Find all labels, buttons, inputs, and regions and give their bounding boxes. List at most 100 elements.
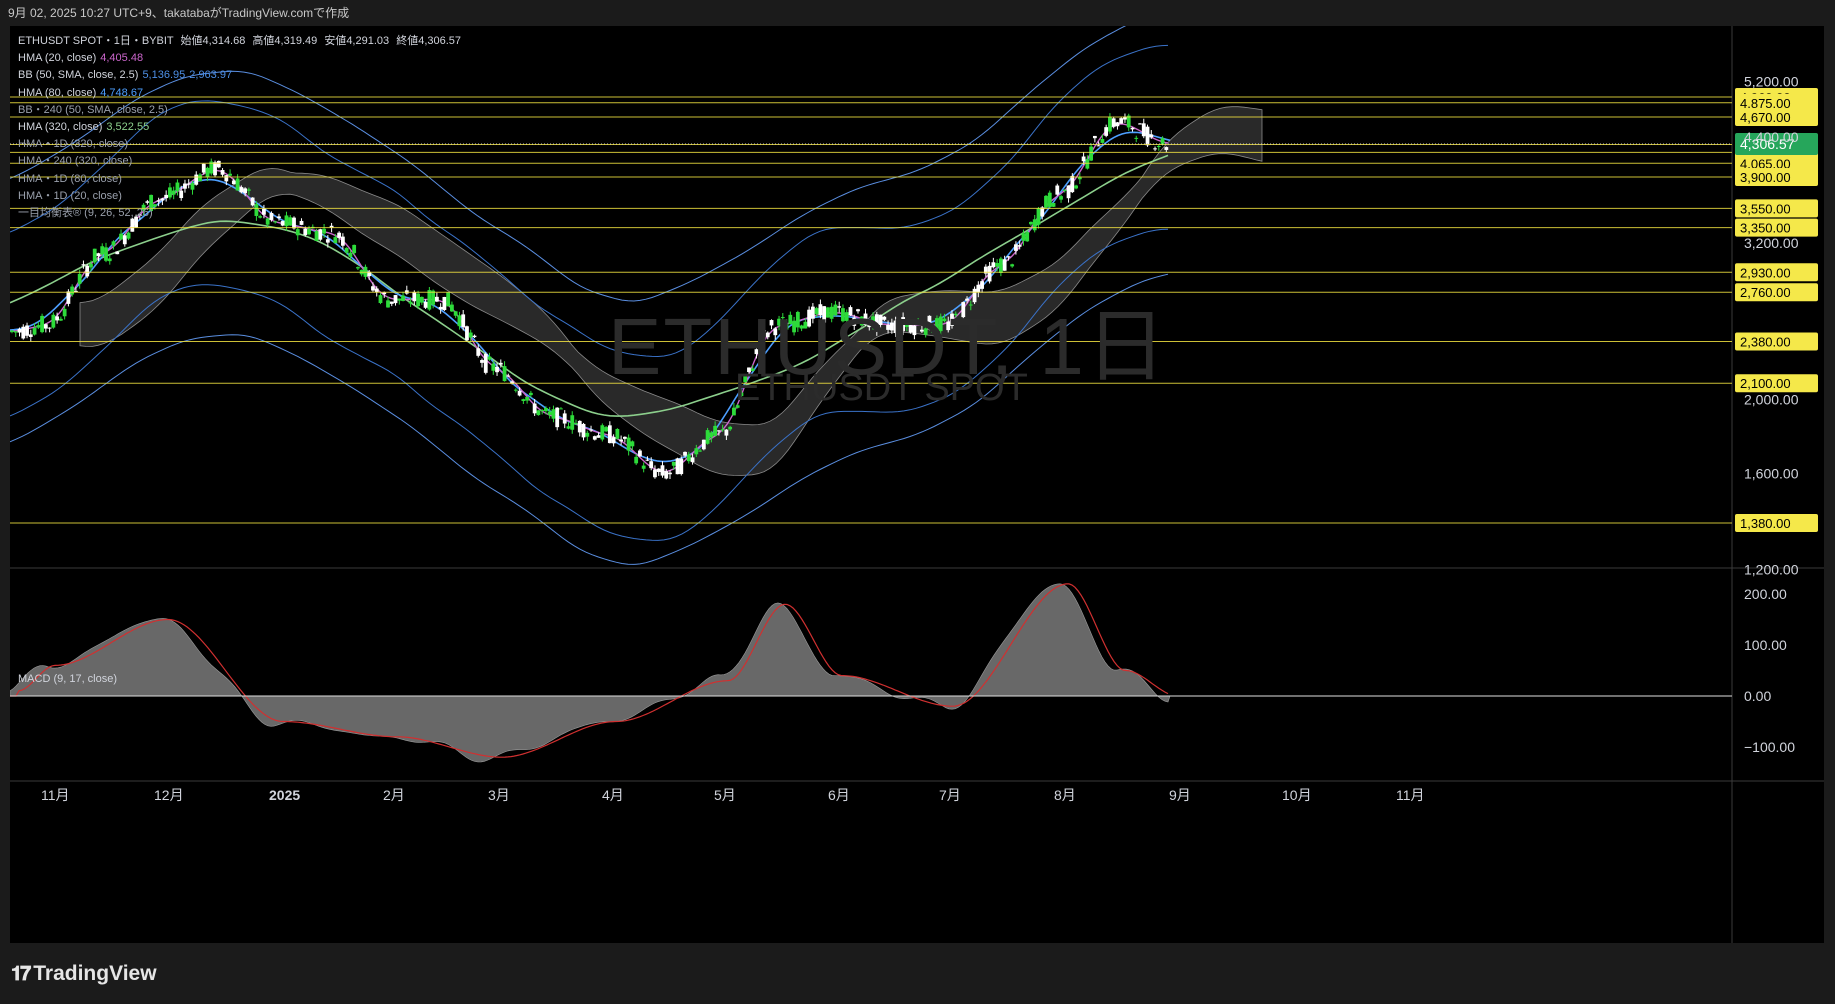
candle-body xyxy=(664,471,669,479)
candle-body xyxy=(1044,195,1048,208)
candle-body xyxy=(762,330,766,332)
candle-body xyxy=(386,300,390,308)
candle-body xyxy=(66,291,71,304)
candle-body xyxy=(1164,147,1169,150)
candle-body xyxy=(931,331,936,333)
candle-body xyxy=(453,311,458,316)
indicator-row[interactable]: HMA・1D (320, close) xyxy=(18,136,461,153)
candle-body xyxy=(728,426,733,430)
indicator-name: BB・240 (50, SMA, close, 2.5) xyxy=(18,103,168,116)
indicator-row[interactable]: 一目均衡表® (9, 26, 52, 26) xyxy=(18,205,461,222)
candle-body xyxy=(43,324,48,329)
candle-body xyxy=(927,315,932,330)
indicator-row[interactable]: HMA (320, close) 3,522.55 xyxy=(18,119,461,136)
candle-body xyxy=(799,325,804,329)
high-value: 4,319.49 xyxy=(274,35,318,47)
candle-body xyxy=(55,316,60,321)
candle-body xyxy=(1055,185,1060,195)
candle-body xyxy=(419,296,424,303)
indicator-row[interactable]: HMA (20, close) 4,405.48 xyxy=(18,50,461,67)
candle-body xyxy=(337,232,342,238)
tradingview-logo[interactable]: 𝟏𝟕 TradingView xyxy=(11,962,157,986)
indicator-row[interactable]: HMA・1D (80, close) xyxy=(18,171,461,188)
candle-body xyxy=(991,262,996,268)
chart-frame[interactable]: 4,960.004,875.004,670.004,300.004,200.00… xyxy=(10,26,1824,943)
level-price-label: 2,760.00 xyxy=(1740,285,1791,300)
candle-body xyxy=(555,407,560,428)
indicator-row[interactable]: HMA・240 (320, close) xyxy=(18,153,461,170)
candle-body xyxy=(85,265,90,277)
indicator-row[interactable]: BB・240 (50, SMA, close, 2.5) xyxy=(18,102,461,119)
candle-body xyxy=(401,295,405,301)
time-axis-label: 3月 xyxy=(488,787,510,803)
candle-body xyxy=(852,317,857,326)
candle-body xyxy=(378,295,383,304)
candle-body xyxy=(822,306,827,323)
level-price-label: 2,380.00 xyxy=(1740,335,1791,350)
candle-body xyxy=(769,320,774,326)
candle-body xyxy=(340,236,345,246)
candle-body xyxy=(416,293,420,307)
candle-body xyxy=(619,439,624,442)
candle-body xyxy=(607,425,612,444)
indicator-row[interactable]: HMA・1D (20, close) xyxy=(18,188,461,205)
candle-body xyxy=(976,284,981,293)
candle-body xyxy=(434,296,439,302)
candle-body xyxy=(1025,232,1030,242)
price-axis-tick: 4,400.00 xyxy=(1744,129,1799,145)
time-axis-label: 10月 xyxy=(1282,787,1312,803)
macd-legend[interactable]: MACD (9, 17, close) xyxy=(18,673,117,685)
candle-body xyxy=(589,429,593,431)
indicator-row[interactable]: BB (50, SMA, close, 2.5) 5,136.95 2,963.97 xyxy=(18,67,461,84)
candle-body xyxy=(810,306,815,319)
candle-body xyxy=(795,311,800,328)
time-axis-label: 8月 xyxy=(1054,787,1076,803)
indicator-name: BB (50, SMA, close, 2.5) xyxy=(18,69,139,82)
candle-body xyxy=(47,327,52,329)
candle-body xyxy=(829,306,834,319)
candle-body xyxy=(987,265,992,282)
symbol-ohlc-row[interactable]: ETHUSDT SPOT・1日・BYBIT 始値4,314.68 高値4,319… xyxy=(18,33,461,50)
candle-body xyxy=(1153,148,1157,150)
macd-axis-tick: −100.00 xyxy=(1744,739,1795,755)
candle-body xyxy=(577,420,582,433)
candle-body xyxy=(476,348,481,356)
candle-body xyxy=(1036,208,1041,225)
candle-body xyxy=(878,314,883,325)
indicator-name: HMA・1D (80, close) xyxy=(18,172,122,185)
candle-body xyxy=(1010,264,1015,267)
candle-body xyxy=(551,409,556,419)
macd-axis-tick: 200.00 xyxy=(1744,586,1787,602)
candle-body xyxy=(352,244,357,254)
candle-body xyxy=(622,436,627,439)
candle-body xyxy=(96,253,101,257)
price-axis-tick: 5,200.00 xyxy=(1744,73,1799,89)
candle-body xyxy=(513,389,518,391)
candle-body xyxy=(92,248,97,263)
candle-body xyxy=(547,411,552,415)
candle-body xyxy=(446,292,451,307)
candle-body xyxy=(532,403,537,414)
time-axis-label: 11月 xyxy=(41,787,70,803)
indicator-row[interactable]: HMA (80, close) 4,748.67 xyxy=(18,85,461,102)
candle-body xyxy=(1100,138,1105,143)
candle-body xyxy=(408,301,413,304)
low-label: 安値 xyxy=(324,35,347,47)
candle-body xyxy=(856,309,860,312)
candle-body xyxy=(867,325,872,328)
tradingview-logo-icon: 𝟏𝟕 xyxy=(11,962,31,985)
candle-body xyxy=(70,286,75,295)
level-price-label: 3,550.00 xyxy=(1740,201,1791,216)
time-axis-label: 12月 xyxy=(154,787,184,803)
indicator-value: 4,748.67 xyxy=(100,86,144,99)
indicator-value: 4,405.48 xyxy=(100,52,144,65)
time-axis-label: 9月 xyxy=(1169,787,1191,803)
candle-body xyxy=(833,304,838,316)
candle-body xyxy=(570,415,575,430)
indicator-name: HMA (320, close) xyxy=(18,121,103,134)
macd-histogram-area xyxy=(10,583,1171,763)
candle-body xyxy=(25,325,29,336)
candle-body xyxy=(668,472,672,475)
candle-body xyxy=(374,288,379,293)
candle-body xyxy=(874,314,879,332)
